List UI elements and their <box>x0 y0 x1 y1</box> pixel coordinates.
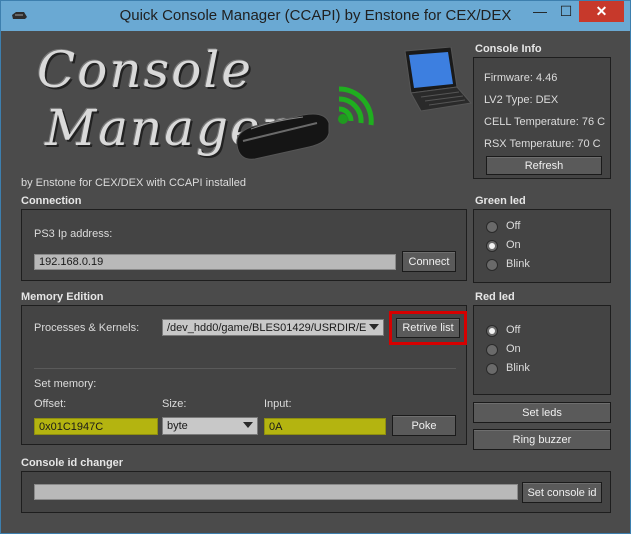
green-led-off-radio[interactable]: Off <box>486 220 566 234</box>
process-select-value: /dev_hdd0/game/BLES01429/USRDIR/E <box>167 322 367 334</box>
logo-byline: by Enstone for CEX/DEX with CCAPI instal… <box>21 177 246 189</box>
green-led-label: Green led <box>475 195 526 207</box>
poke-value-input[interactable] <box>264 418 386 435</box>
offset-input[interactable] <box>34 418 158 435</box>
wireless-signal-icon <box>338 86 374 126</box>
red-led-off-radio[interactable]: Off <box>486 324 566 338</box>
red-led-on-label: On <box>506 343 521 355</box>
firmware-text: Firmware: 4.46 <box>484 72 558 84</box>
logo-line-console: Console <box>37 41 253 99</box>
ip-address-label: PS3 Ip address: <box>34 228 113 240</box>
close-button[interactable]: ✕ <box>579 1 624 22</box>
laptop-icon <box>404 47 472 112</box>
memory-edition-label: Memory Edition <box>21 291 104 303</box>
set-memory-label: Set memory: <box>34 378 97 390</box>
size-select[interactable]: byte <box>162 417 258 435</box>
client-area: Console Manager by Enstone for CEX/DEX w… <box>9 31 623 527</box>
memory-divider <box>34 368 456 369</box>
green-led-on-dot <box>486 240 498 252</box>
console-info-label: Console Info <box>475 43 542 55</box>
chevron-down-icon <box>369 324 379 330</box>
cell-temperature-text: CELL Temperature: 76 C <box>484 116 606 128</box>
process-select[interactable]: /dev_hdd0/game/BLES01429/USRDIR/E <box>162 319 384 336</box>
red-led-off-dot <box>486 325 498 337</box>
processes-kernels-label: Processes & Kernels: <box>34 322 140 334</box>
green-led-group: Off On Blink <box>473 209 611 283</box>
minimize-button[interactable]: — <box>527 1 553 22</box>
green-led-off-label: Off <box>506 220 521 232</box>
set-leds-button[interactable]: Set leds <box>473 402 611 423</box>
chevron-down-icon <box>243 422 253 428</box>
red-led-off-label: Off <box>506 324 521 336</box>
red-led-on-dot <box>486 344 498 356</box>
ip-address-input[interactable] <box>34 254 396 270</box>
red-led-group: Off On Blink <box>473 305 611 395</box>
size-label: Size: <box>162 398 187 410</box>
app-window: Quick Console Manager (CCAPI) by Enstone… <box>0 0 631 534</box>
retrive-list-highlight <box>389 311 467 345</box>
red-led-blink-dot <box>486 363 498 375</box>
green-led-on-label: On <box>506 239 521 251</box>
title-bar[interactable]: Quick Console Manager (CCAPI) by Enstone… <box>1 1 630 31</box>
size-select-value: byte <box>167 420 188 432</box>
console-id-changer-label: Console id changer <box>21 457 124 469</box>
connection-group: PS3 Ip address: Connect <box>21 209 467 281</box>
ring-buzzer-button[interactable]: Ring buzzer <box>473 429 611 450</box>
lv2-type-text: LV2 Type: DEX <box>484 94 559 106</box>
red-led-label: Red led <box>475 291 515 303</box>
console-id-input[interactable] <box>34 484 518 500</box>
red-led-on-radio[interactable]: On <box>486 343 566 357</box>
input-label: Input: <box>264 398 292 410</box>
green-led-on-radio[interactable]: On <box>486 239 566 253</box>
green-led-off-dot <box>486 221 498 233</box>
green-led-blink-label: Blink <box>506 258 530 270</box>
console-id-changer-group: Set console id <box>21 471 611 513</box>
red-led-blink-radio[interactable]: Blink <box>486 362 566 376</box>
ps3-console-icon <box>236 113 330 160</box>
red-led-blink-label: Blink <box>506 362 530 374</box>
poke-button[interactable]: Poke <box>392 415 456 436</box>
refresh-button[interactable]: Refresh <box>486 156 602 175</box>
set-console-id-button[interactable]: Set console id <box>522 482 602 503</box>
offset-label: Offset: <box>34 398 67 410</box>
console-info-group: Firmware: 4.46 LV2 Type: DEX CELL Temper… <box>473 57 611 179</box>
connect-button[interactable]: Connect <box>402 251 456 272</box>
rsx-temperature-text: RSX Temperature: 70 C <box>484 138 601 150</box>
memory-edition-group: Processes & Kernels: /dev_hdd0/game/BLES… <box>21 305 467 445</box>
maximize-button[interactable]: ☐ <box>553 1 579 22</box>
connection-label: Connection <box>21 195 82 207</box>
green-led-blink-dot <box>486 259 498 271</box>
green-led-blink-radio[interactable]: Blink <box>486 258 566 272</box>
